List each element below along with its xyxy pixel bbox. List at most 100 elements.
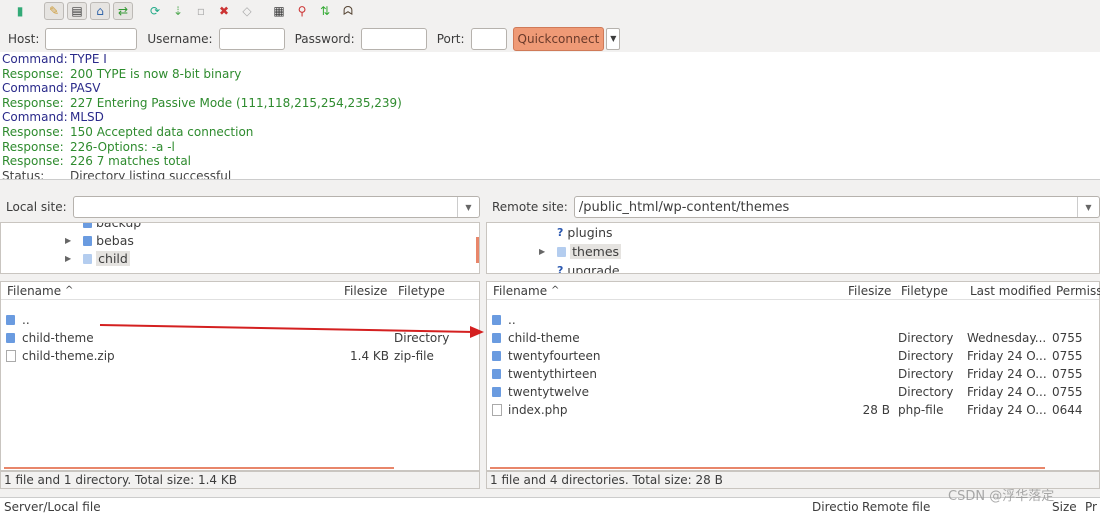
local-site-input[interactable]: ▼ xyxy=(72,196,480,218)
site-manager-icon[interactable]: ▮ xyxy=(10,2,30,20)
watermark: CSDN @浮华落定 xyxy=(948,489,1055,504)
compare-icon[interactable]: ⚲ xyxy=(292,2,312,20)
remote-list-header: Filename ^ Filesize Filetype Last modifi… xyxy=(487,282,1100,300)
reconnect-icon[interactable]: ◇ xyxy=(237,2,257,20)
log-line: Response: 200 TYPE is now 8-bit binary xyxy=(0,67,1100,82)
remote-tree-icon[interactable]: ⌂ xyxy=(90,2,110,20)
expand-arrow-icon[interactable]: ▶ xyxy=(65,254,71,263)
log-text: 150 Accepted data connection xyxy=(70,124,254,139)
file-type: Directory xyxy=(898,349,954,363)
tree-label: themes xyxy=(570,244,622,259)
tree-label: upgrade xyxy=(567,263,620,274)
tree-label: bebas xyxy=(96,233,134,248)
tree-item[interactable]: ▶ bebas xyxy=(65,233,134,248)
username-label: Username: xyxy=(147,31,213,46)
quickconnect-dropdown-icon[interactable]: ▼ xyxy=(606,27,621,50)
cancel-icon[interactable]: ▫ xyxy=(191,2,211,20)
file-row[interactable]: .. xyxy=(487,311,1099,329)
sort-ascending-icon: ^ xyxy=(65,285,74,296)
tree-item[interactable]: ▶ themes xyxy=(539,244,622,259)
remote-file-list: Filename ^ Filesize Filetype Last modifi… xyxy=(486,281,1100,471)
col-permissions[interactable]: Permiss xyxy=(1056,284,1100,298)
password-label: Password: xyxy=(294,31,355,46)
file-name: twentyfourteen xyxy=(508,349,601,363)
host-label: Host: xyxy=(8,31,40,46)
local-scrollbar[interactable] xyxy=(4,467,394,469)
file-type: Directory xyxy=(898,385,954,399)
remote-site-input[interactable]: /public_html/wp-content/themes ▼ xyxy=(573,196,1100,218)
filter-icon[interactable]: ▦ xyxy=(269,2,289,20)
expand-arrow-icon[interactable]: ▶ xyxy=(65,236,71,245)
file-row[interactable]: twentyfourteen Directory Friday 24 O... 075… xyxy=(487,347,1099,365)
file-modified: Friday 24 O... xyxy=(967,403,1047,417)
remote-scrollbar[interactable] xyxy=(490,467,1045,469)
file-name: twentytwelve xyxy=(508,385,590,399)
tree-scrollbar[interactable] xyxy=(476,237,479,263)
file-row[interactable]: child-theme Directory xyxy=(1,329,479,347)
file-row[interactable]: index.php 28 B php-file Friday 24 O... 0644 xyxy=(487,401,1099,419)
col-filesize[interactable]: Filesize xyxy=(344,284,387,298)
file-modified: Wednesday... xyxy=(967,331,1047,345)
process-queue-icon[interactable]: ⇣ xyxy=(168,2,188,20)
tree-label: child xyxy=(96,251,130,266)
file-row[interactable]: twentythirteen Directory Friday 24 O... 075… xyxy=(487,365,1099,383)
log-text: 226-Options: -a -l xyxy=(70,139,175,154)
file-perm: 0644 xyxy=(1052,403,1083,417)
folder-icon xyxy=(557,246,567,257)
col-filetype[interactable]: Filetype xyxy=(901,284,948,298)
col-filename[interactable]: Filename xyxy=(7,284,61,298)
port-input[interactable] xyxy=(470,27,507,50)
file-name: .. xyxy=(508,313,516,327)
message-log-icon[interactable]: ✎ xyxy=(44,2,64,20)
refresh-icon[interactable]: ⟳ xyxy=(145,2,165,20)
log-text: MLSD xyxy=(70,110,104,125)
log-line: Status: Directory listing successful xyxy=(0,169,1100,179)
file-icon xyxy=(492,404,502,419)
disconnect-icon[interactable]: ✖ xyxy=(214,2,234,20)
log-label: Command: xyxy=(2,81,68,96)
file-size: 28 B xyxy=(862,403,890,417)
local-tree: backup ▶ bebas ▶ child xyxy=(0,222,480,274)
log-text: PASV xyxy=(70,81,101,96)
col-filename[interactable]: Filename xyxy=(493,284,547,298)
username-input[interactable] xyxy=(218,27,285,50)
local-tree-icon[interactable]: ▤ xyxy=(67,2,87,20)
tree-item[interactable]: backup xyxy=(83,223,141,230)
quickconnect-bar: Host: Username: Password: Port: Quickcon… xyxy=(0,22,1100,56)
col-filetype[interactable]: Filetype xyxy=(398,284,445,298)
sort-ascending-icon: ^ xyxy=(551,285,560,296)
file-name: .. xyxy=(22,313,30,327)
chevron-down-icon[interactable]: ▼ xyxy=(457,197,479,217)
tree-item[interactable]: ? plugins xyxy=(557,225,613,240)
local-status: 1 file and 1 directory. Total size: 1.4 … xyxy=(0,471,480,489)
col-filesize[interactable]: Filesize xyxy=(848,284,891,298)
folder-icon xyxy=(492,386,501,400)
host-input[interactable] xyxy=(45,27,138,50)
message-log: Command: TYPE I Response: 200 TYPE is now 8… xyxy=(0,52,1100,180)
quickconnect-button[interactable]: Quickconnect xyxy=(512,26,605,51)
log-label: Response: xyxy=(2,139,64,154)
transfer-queue-icon[interactable]: ⇄ xyxy=(113,2,133,20)
expand-arrow-icon[interactable]: ▶ xyxy=(539,247,545,256)
file-row[interactable]: twentytwelve Directory Friday 24 O... 0755 xyxy=(487,383,1099,401)
remote-site-value: /public_html/wp-content/themes xyxy=(578,199,790,215)
chevron-down-icon[interactable]: ▼ xyxy=(1077,197,1099,217)
sync-browse-icon[interactable]: ⇅ xyxy=(315,2,335,20)
folder-icon xyxy=(83,223,92,228)
search-icon[interactable]: ᗣ xyxy=(338,2,358,20)
file-row[interactable]: child-theme Directory Wednesday... 0755 xyxy=(487,329,1099,347)
unknown-folder-icon: ? xyxy=(557,226,564,239)
col-last-modified[interactable]: Last modified xyxy=(970,284,1051,298)
password-input[interactable] xyxy=(360,27,427,50)
file-row[interactable]: .. xyxy=(1,311,479,329)
local-file-list: Filename ^ Filesize Filetype .. child-the… xyxy=(0,281,480,471)
tree-item[interactable]: ? upgrade xyxy=(557,263,620,274)
log-label: Response: xyxy=(2,95,64,110)
folder-icon xyxy=(83,235,93,246)
tree-item[interactable]: ▶ child xyxy=(65,251,130,266)
folder-icon xyxy=(492,314,501,328)
queue-header: Server/Local file Directio Remote file S… xyxy=(0,497,1100,517)
log-line: Response: 227 Entering Passive Mode (111,… xyxy=(0,96,1100,111)
local-site-bar: Local site: ▼ xyxy=(0,193,480,221)
file-row[interactable]: child-theme.zip 1.4 KB zip-file xyxy=(1,347,479,365)
